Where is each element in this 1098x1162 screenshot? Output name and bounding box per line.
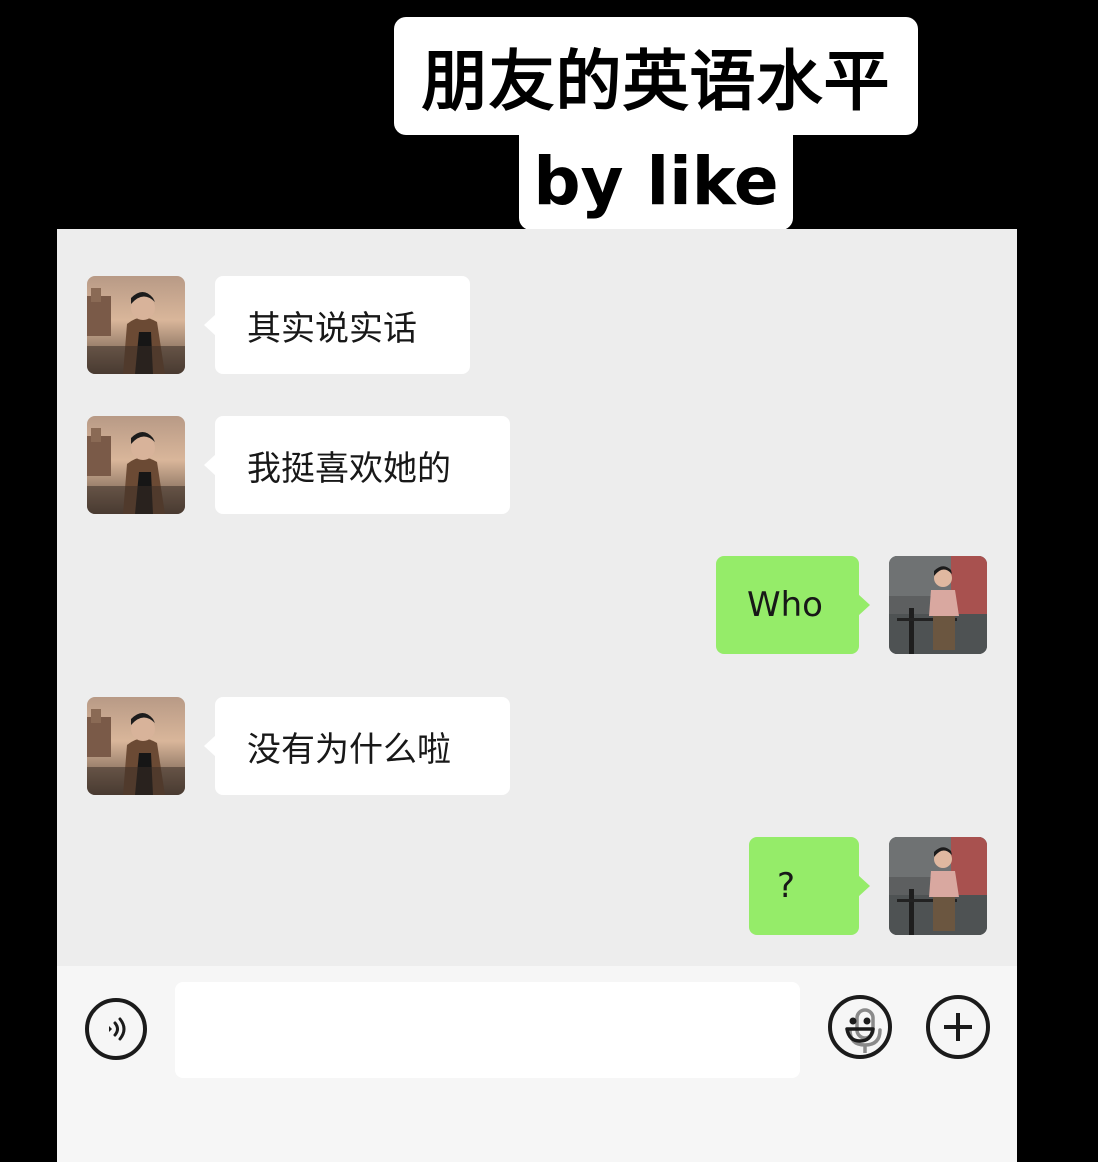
chat-screen: 其实说实话 我挺喜欢她的 Who 没有为什么啦 ? [57,229,1017,1162]
message-text: 没有为什么啦 [247,729,451,770]
message-bubble-outgoing[interactable]: Who [716,556,870,654]
chat-input-bar [57,966,1017,1162]
caption-title-line-2: by like [519,132,793,230]
more-options-button[interactable] [926,995,990,1059]
message-text: 我挺喜欢她的 [247,448,451,489]
contact-avatar[interactable] [87,697,185,795]
voice-mode-icon [109,1017,126,1041]
message-bubble-outgoing[interactable]: ? [749,837,870,935]
plus-icon [944,1013,972,1041]
emoji-button[interactable] [828,995,892,1059]
contact-avatar[interactable] [87,276,185,374]
message-input[interactable] [175,982,882,1078]
user-avatar[interactable] [889,556,987,654]
message-bubble-incoming[interactable]: 其实说实话 [204,276,470,374]
message-text: ? [777,866,796,906]
voice-mode-button[interactable] [85,998,147,1060]
contact-avatar[interactable] [87,416,185,514]
message-bubble-incoming[interactable]: 我挺喜欢她的 [204,416,510,514]
user-avatar[interactable] [889,837,987,935]
message-text: Who [747,585,823,625]
caption-title-line-1: 朋友的英语水平 [394,17,918,135]
emoji-icon [845,1017,875,1043]
message-bubble-incoming[interactable]: 没有为什么啦 [204,697,510,795]
message-text: 其实说实话 [247,308,417,349]
